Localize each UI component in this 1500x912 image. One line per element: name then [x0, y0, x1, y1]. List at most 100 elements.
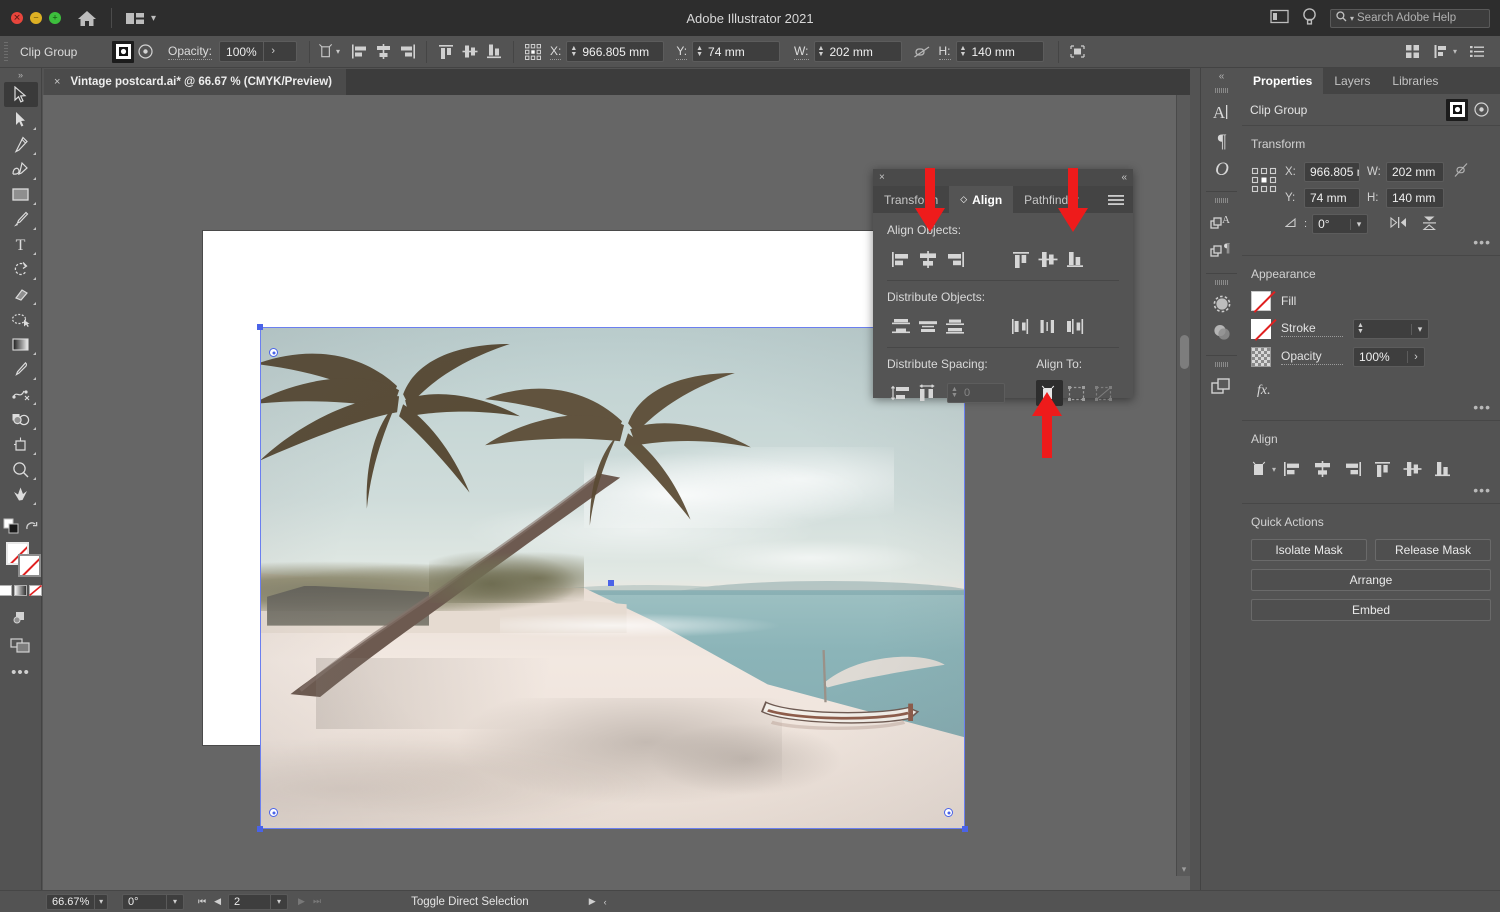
align-panel[interactable]: × « Transform ◇ Align Pathfinder Align O…: [873, 169, 1133, 406]
dock-group-grip[interactable]: [1215, 280, 1228, 285]
shaper-tool[interactable]: [4, 307, 38, 332]
tab-transform[interactable]: Transform: [873, 186, 949, 213]
tab-libraries[interactable]: Libraries: [1381, 68, 1449, 94]
h-field[interactable]: 140 mm: [1386, 188, 1444, 208]
shape-options-icon[interactable]: [1067, 41, 1089, 63]
none-mode-icon[interactable]: [28, 584, 43, 600]
lock-proportions-icon[interactable]: [1453, 161, 1469, 182]
shape-builder-tool[interactable]: [4, 407, 38, 432]
tab-layers[interactable]: Layers: [1323, 68, 1381, 94]
last-artboard-icon[interactable]: ⏭: [309, 896, 325, 907]
next-artboard-icon[interactable]: ▶: [294, 896, 309, 907]
isolate-mask-button[interactable]: Isolate Mask: [1251, 539, 1367, 561]
selection-handle-bl[interactable]: [257, 826, 263, 832]
close-window-button[interactable]: ✕: [11, 12, 23, 24]
dock-group-grip[interactable]: [1215, 362, 1228, 367]
chevron-right-icon[interactable]: ›: [1407, 351, 1424, 363]
paragraph-panel-icon[interactable]: ¶: [1207, 126, 1237, 154]
document-tab[interactable]: × Vintage postcard.ai* @ 66.67 % (CMYK/P…: [44, 69, 346, 95]
transparency-panel-icon[interactable]: [1207, 318, 1237, 346]
stroke-panel-icon[interactable]: [1207, 290, 1237, 318]
flip-horizontal-icon[interactable]: [1389, 215, 1408, 233]
gradient-tool[interactable]: [4, 332, 38, 357]
dock-group-grip[interactable]: [1215, 88, 1228, 93]
selection-handle-br[interactable]: [962, 826, 968, 832]
h-stepper[interactable]: ▲ ▼: [957, 45, 970, 58]
chevron-down-icon[interactable]: ▾: [1272, 465, 1276, 474]
artboard-tool[interactable]: [4, 432, 38, 457]
eraser-tool[interactable]: [4, 282, 38, 307]
transform-more-options[interactable]: •••: [1251, 234, 1491, 249]
transform-panel-toggle-icon[interactable]: ▾: [1433, 43, 1457, 60]
paintbrush-tool[interactable]: [4, 207, 38, 232]
blend-tool[interactable]: [4, 382, 38, 407]
vertical-distribute-space-icon[interactable]: [887, 380, 914, 406]
type-tool[interactable]: T: [4, 232, 38, 257]
horizontal-distribute-center-icon[interactable]: [1034, 313, 1061, 339]
align-right-icon[interactable]: [396, 41, 418, 63]
control-bar-grip[interactable]: [4, 41, 8, 62]
x-field[interactable]: ▲ ▼ 966.805 mm: [566, 41, 665, 62]
document-setup-icon[interactable]: [1466, 41, 1488, 63]
character-panel-icon[interactable]: A: [1207, 98, 1237, 126]
horizontal-distribute-left-icon[interactable]: [1007, 313, 1034, 339]
appearance-more-options[interactable]: •••: [1251, 399, 1491, 414]
edit-contents-icon[interactable]: [1470, 99, 1492, 121]
default-fill-stroke-icon[interactable]: [3, 518, 20, 538]
align-top-icon[interactable]: [435, 41, 457, 63]
vertical-align-center-icon[interactable]: [1399, 456, 1426, 482]
center-point[interactable]: [608, 580, 614, 586]
chevron-down-icon[interactable]: ▾: [1350, 218, 1367, 230]
chevron-down-icon[interactable]: ▾: [1350, 14, 1354, 23]
panel-menu-icon[interactable]: [1099, 186, 1133, 213]
collapse-icon[interactable]: «: [1121, 172, 1127, 183]
first-artboard-icon[interactable]: ⏮: [194, 896, 210, 907]
gradient-mode-icon[interactable]: [14, 584, 27, 600]
chevron-down-icon[interactable]: ▾: [166, 894, 183, 909]
stroke-swatch[interactable]: [1251, 319, 1271, 339]
chevron-down-icon[interactable]: ▾: [270, 894, 287, 909]
horizontal-distribute-space-icon[interactable]: [914, 380, 941, 406]
horizontal-align-right-icon[interactable]: [941, 246, 968, 272]
arrange-button[interactable]: Arrange: [1251, 569, 1491, 591]
previous-artboard-icon[interactable]: ◀: [210, 896, 225, 907]
align-panel-toggle-icon[interactable]: [1402, 41, 1424, 63]
selection-handle-tl[interactable]: [257, 324, 263, 330]
arrange-documents-icon[interactable]: ▾: [125, 11, 156, 26]
chevron-down-icon[interactable]: ▾: [151, 13, 156, 24]
horizontal-align-center-icon[interactable]: [914, 246, 941, 272]
drawing-modes-icon[interactable]: [4, 602, 38, 630]
opacity-field[interactable]: 100% ›: [1353, 347, 1425, 367]
hand-tool[interactable]: [4, 482, 38, 507]
chevron-down-icon[interactable]: ▾: [94, 894, 107, 909]
tab-pathfinder[interactable]: Pathfinder: [1013, 186, 1090, 213]
tab-align[interactable]: ◇ Align: [949, 186, 1014, 213]
h-field[interactable]: ▲ ▼ 140 mm: [955, 41, 1044, 62]
vertical-align-top-icon[interactable]: [1369, 456, 1396, 482]
stroke-weight-stepper[interactable]: ▲ ▼: [1354, 322, 1367, 335]
canvas-vertical-scrollbar[interactable]: ▾: [1176, 95, 1190, 876]
isolate-mask-toggle-icon[interactable]: [112, 40, 134, 63]
curvature-tool[interactable]: [4, 157, 38, 182]
horizontal-align-center-icon[interactable]: [1309, 456, 1336, 482]
path-anchor-point-bottom-left[interactable]: [269, 808, 278, 817]
isolate-mask-icon[interactable]: [1446, 98, 1468, 121]
spacing-input[interactable]: ▲ ▼ 0: [947, 383, 1005, 403]
opacity-swatch[interactable]: [1251, 347, 1271, 367]
align-to-artboard-icon[interactable]: ▾: [1251, 460, 1276, 479]
swap-fill-stroke-icon[interactable]: [25, 520, 38, 536]
vertical-align-bottom-icon[interactable]: [1061, 246, 1088, 272]
horizontal-align-right-icon[interactable]: [1339, 456, 1366, 482]
w-field[interactable]: ▲ ▼ 202 mm: [813, 41, 902, 62]
vertical-align-top-icon[interactable]: [1007, 246, 1034, 272]
align-more-options[interactable]: •••: [1251, 482, 1491, 497]
panel-toggle-icon[interactable]: [1270, 9, 1289, 27]
glyphs-panel-icon[interactable]: O: [1207, 154, 1237, 182]
fill-swatch[interactable]: [1251, 291, 1271, 311]
transform-again-icon[interactable]: ▾: [318, 41, 340, 63]
layers-panel-icon[interactable]: [1207, 372, 1237, 400]
chevron-down-icon[interactable]: ▾: [336, 47, 340, 56]
reference-point-selector[interactable]: [522, 41, 544, 63]
chevron-down-icon[interactable]: ▾: [1177, 862, 1190, 876]
status-menu-icon[interactable]: ▶: [585, 896, 600, 907]
